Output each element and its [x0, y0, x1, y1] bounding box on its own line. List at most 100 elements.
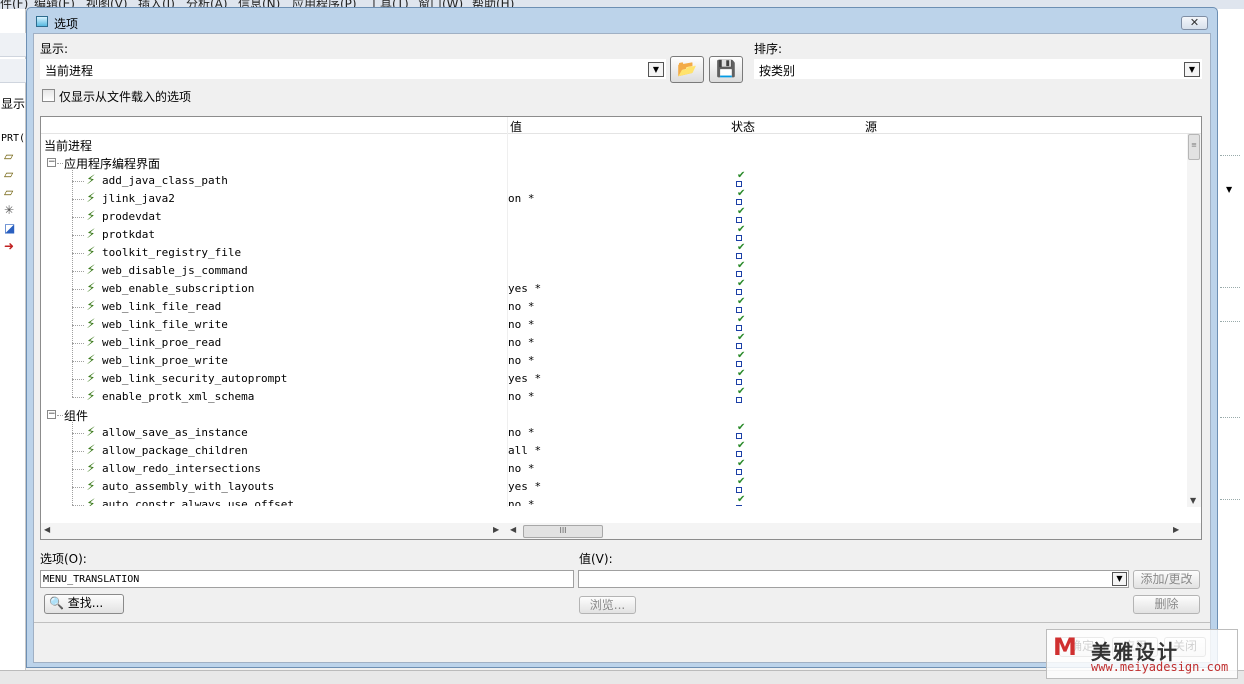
- option-value: no *: [508, 354, 535, 367]
- right-horizontal-scrollbar[interactable]: ◀ III ▶: [507, 523, 1201, 539]
- column-header-status[interactable]: 状态: [731, 118, 755, 135]
- option-name: auto_constr_always_use_offset: [102, 498, 295, 506]
- option-name: prodevdat: [102, 210, 162, 223]
- checkmark-icon: ✔: [737, 224, 746, 235]
- datum-plane-icon: ▱: [4, 167, 14, 181]
- option-row[interactable]: ⚡ web_enable_subscription yes * ✔: [41, 279, 1187, 298]
- dialog-separator: [34, 622, 1210, 623]
- tree-connector: [72, 181, 84, 182]
- option-row[interactable]: ⚡ add_java_class_path ✔: [41, 171, 1187, 190]
- option-row[interactable]: ⚡ prodevdat ✔: [41, 207, 1187, 226]
- background-divider: [1220, 417, 1240, 418]
- column-header-source[interactable]: 源: [865, 118, 877, 135]
- dialog-title: 选项: [54, 17, 79, 31]
- option-setting-icon: ⚡: [86, 497, 96, 506]
- tree-connector: [72, 361, 84, 362]
- horizontal-scroll-thumb[interactable]: III: [523, 525, 603, 538]
- option-row[interactable]: ⚡ allow_save_as_instance no * ✔: [41, 422, 1187, 442]
- scroll-right-arrow-icon[interactable]: ▶: [1173, 525, 1179, 534]
- scroll-left-arrow-icon[interactable]: ◀: [510, 525, 516, 534]
- option-input-box[interactable]: [40, 570, 574, 588]
- option-name: allow_redo_intersections: [102, 462, 261, 475]
- option-row[interactable]: ⚡ web_link_proe_read no * ✔: [41, 333, 1187, 352]
- close-window-button[interactable]: ✕: [1181, 16, 1208, 30]
- status-square-icon: [736, 397, 742, 403]
- left-horizontal-scrollbar[interactable]: ◀ ▶: [41, 523, 507, 539]
- option-row[interactable]: ⚡ jlink_java2 on * ✔: [41, 189, 1187, 208]
- tree-rows: 当前进程 − 应用程序编程界面 ⚡ add_java_class_path ✔ ⚡ jlin…: [41, 134, 1187, 506]
- tree-group-label: 组件: [64, 409, 89, 423]
- collapse-toggle-icon[interactable]: −: [47, 158, 56, 167]
- vertical-scrollbar[interactable]: ≡ ▼: [1187, 134, 1201, 507]
- option-row[interactable]: ⚡ auto_assembly_with_layouts yes * ✔: [41, 477, 1187, 496]
- option-status: ✔: [735, 477, 745, 495]
- options-tree-table[interactable]: 值 状态 源 当前进程 − 应用程序编程界面 ⚡ add_java_class_pat…: [40, 116, 1202, 540]
- option-row[interactable]: ⚡ toolkit_registry_file ✔: [41, 242, 1187, 262]
- option-row[interactable]: ⚡ web_link_file_write no * ✔: [41, 315, 1187, 334]
- option-value: no *: [508, 318, 535, 331]
- option-row[interactable]: ⚡ allow_redo_intersections no * ✔: [41, 459, 1187, 478]
- option-setting-icon: ⚡: [86, 173, 96, 188]
- display-select[interactable]: 当前进程 ▼: [40, 59, 666, 79]
- value-input-box[interactable]: ▼: [578, 570, 1129, 588]
- status-square-icon: [736, 361, 742, 367]
- option-row[interactable]: ⚡ web_link_file_read no * ✔: [41, 297, 1187, 316]
- tree-connector: [72, 325, 84, 326]
- checkmark-icon: ✔: [737, 242, 746, 253]
- watermark-url: www.meiyadesign.com: [1091, 660, 1229, 674]
- chevron-down-icon[interactable]: ▼: [648, 62, 664, 77]
- option-row[interactable]: ⚡ enable_protk_xml_schema no * ✔: [41, 387, 1187, 406]
- find-button[interactable]: 🔍 查找...: [44, 594, 124, 614]
- option-row[interactable]: ⚡ protkdat ✔: [41, 224, 1187, 244]
- collapse-toggle-icon[interactable]: −: [47, 410, 56, 419]
- option-name: web_enable_subscription: [102, 282, 255, 295]
- option-row[interactable]: ⚡ auto_constr_always_use_offset no * ✔: [41, 495, 1187, 506]
- option-setting-icon: ⚡: [86, 209, 96, 224]
- display-select-value: 当前进程: [45, 64, 94, 78]
- option-status: ✔: [735, 422, 746, 441]
- background-toolbar: [0, 59, 26, 83]
- chevron-down-icon[interactable]: ▼: [1112, 572, 1127, 586]
- tree-group-row[interactable]: − 组件: [41, 406, 1187, 424]
- status-square-icon: [736, 325, 742, 331]
- background-toolbar: [0, 33, 26, 57]
- only-loaded-checkbox[interactable]: [42, 89, 55, 102]
- option-row[interactable]: ⚡ web_link_security_autoprompt yes * ✔: [41, 369, 1187, 388]
- scroll-down-arrow-icon[interactable]: ▼: [1190, 496, 1196, 505]
- option-value: no *: [508, 336, 535, 349]
- tree-group-row[interactable]: − 应用程序编程界面: [41, 154, 1187, 172]
- dialog-client-area: 显示: 当前进程 ▼ 📂 💾 排序: 按类别 ▼ 仅显示从文件载入的选项 值 状…: [33, 33, 1211, 663]
- option-setting-icon: ⚡: [86, 281, 96, 296]
- option-setting-icon: ⚡: [86, 479, 96, 494]
- option-row[interactable]: ⚡ allow_package_children all * ✔: [41, 441, 1187, 460]
- tree-connector: [72, 289, 84, 290]
- scroll-right-arrow-icon[interactable]: ▶: [493, 525, 499, 534]
- vertical-scroll-thumb[interactable]: ≡: [1188, 134, 1200, 160]
- option-setting-icon: ⚡: [86, 263, 96, 278]
- tree-root-row[interactable]: 当前进程: [41, 136, 1187, 154]
- column-header-value[interactable]: 值: [510, 118, 522, 135]
- open-config-button[interactable]: 📂: [670, 56, 704, 83]
- status-square-icon: [736, 253, 742, 259]
- value-input[interactable]: [579, 571, 1128, 587]
- sort-label: 排序:: [754, 42, 783, 56]
- checkmark-icon: ✔: [737, 422, 746, 433]
- option-status: ✔: [735, 315, 745, 333]
- option-row[interactable]: ⚡ web_link_proe_write no * ✔: [41, 351, 1187, 370]
- option-setting-icon: ⚡: [86, 443, 96, 458]
- option-input[interactable]: [41, 571, 573, 587]
- sort-select[interactable]: 按类别 ▼: [754, 59, 1202, 79]
- add-change-button[interactable]: 添加/更改: [1133, 570, 1200, 589]
- save-config-button[interactable]: 💾: [709, 56, 743, 83]
- chevron-down-icon[interactable]: ▼: [1184, 62, 1200, 77]
- background-divider: [1220, 155, 1240, 156]
- status-square-icon: [736, 487, 742, 493]
- background-menu-item: 件(F): [0, 0, 29, 9]
- tree-connector: [72, 343, 84, 344]
- scroll-left-arrow-icon[interactable]: ◀: [44, 525, 50, 534]
- tree-connector: [72, 505, 84, 506]
- browse-button[interactable]: 浏览...: [579, 596, 636, 614]
- option-row[interactable]: ⚡ web_disable_js_command ✔: [41, 261, 1187, 280]
- delete-button[interactable]: 删除: [1133, 595, 1200, 614]
- dialog-title-bar[interactable]: 选项 ✕: [27, 8, 1217, 32]
